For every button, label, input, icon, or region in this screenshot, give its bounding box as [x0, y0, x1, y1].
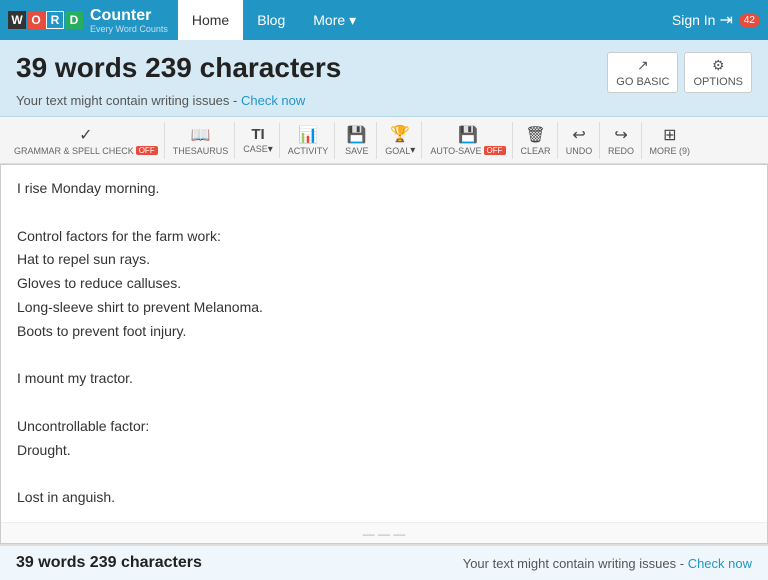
logo-tile-r: R: [46, 11, 64, 29]
signin-badge: 42: [739, 14, 760, 27]
logo-tile-w: W: [8, 11, 26, 29]
header-subtext: Your text might contain writing issues -…: [16, 93, 752, 108]
gear-icon: ⚙: [712, 57, 725, 74]
go-basic-label: GO BASIC: [616, 76, 669, 88]
editor-line-8: Uncontrollable factor:: [17, 415, 751, 439]
case-dropdown-icon: ▾: [268, 144, 273, 155]
nav-home[interactable]: Home: [178, 0, 243, 40]
editor-line-2: Control factors for the farm work:: [17, 225, 751, 249]
autosave-button[interactable]: 💾 AUTO-SAVE OFF: [424, 122, 512, 159]
nav-items: Home Blog More ▾: [178, 0, 370, 40]
undo-button[interactable]: ↩ UNDO: [560, 122, 600, 159]
nav-blog[interactable]: Blog: [243, 0, 299, 40]
editor-line-5: Long-sleeve shirt to prevent Melanoma.: [17, 296, 751, 320]
go-basic-button[interactable]: ↗ GO BASIC: [607, 52, 678, 93]
editor-content[interactable]: I rise Monday morning. Control factors f…: [1, 165, 767, 522]
logo-tiles: W O R D: [8, 11, 84, 29]
editor-line-3: Hat to repel sun rays.: [17, 248, 751, 272]
logo-brand: Counter Every Word Counts: [90, 7, 168, 34]
logo-tile-d: D: [65, 11, 83, 29]
goal-button[interactable]: 🏆 GOAL ▾: [379, 121, 422, 159]
footer-check-link[interactable]: Check now: [688, 556, 752, 571]
nav-more[interactable]: More ▾: [299, 0, 370, 40]
options-label: OPTIONS: [693, 76, 743, 88]
signin-button[interactable]: Sign In ⇥ 42: [672, 10, 760, 30]
trash-icon: 🗑: [525, 125, 545, 145]
logo-subtext: Every Word Counts: [90, 25, 168, 34]
grid-icon: ⊞: [663, 125, 676, 145]
footer-word-count: 39 words 239 characters: [16, 554, 202, 572]
editor-line-blank-1: [17, 201, 751, 225]
scroll-hint: — — —: [1, 522, 767, 543]
external-link-icon: ↗: [637, 57, 649, 74]
redo-button[interactable]: ↪ REDO: [602, 122, 642, 159]
logo-counter-text: Counter: [90, 7, 168, 25]
save-button[interactable]: 💾 SAVE: [337, 122, 377, 159]
editor-line-blank-4: [17, 463, 751, 487]
editor-wrapper: I rise Monday morning. Control factors f…: [0, 164, 768, 544]
autosave-badge: OFF: [484, 146, 506, 155]
footer-bar: 39 words 239 characters Your text might …: [0, 544, 768, 580]
thesaurus-button[interactable]: 📖 THESAURUS: [167, 122, 236, 159]
header-bar: 39 words 239 characters ↗ GO BASIC ⚙ OPT…: [0, 40, 768, 117]
case-icon: TI: [251, 126, 264, 143]
logo: W O R D Counter Every Word Counts: [8, 7, 168, 34]
chart-icon: 📊: [298, 125, 318, 145]
footer-right: Your text might contain writing issues -…: [463, 556, 752, 571]
options-button[interactable]: ⚙ OPTIONS: [684, 52, 752, 93]
navbar: W O R D Counter Every Word Counts Home B…: [0, 0, 768, 40]
logo-tile-o: O: [27, 11, 45, 29]
header-check-link[interactable]: Check now: [241, 93, 305, 108]
scroll-indicator: — — —: [363, 527, 406, 541]
book-icon: 📖: [191, 125, 211, 145]
activity-button[interactable]: 📊 ACTIVITY: [282, 122, 336, 159]
editor-line-1: I rise Monday morning.: [17, 177, 751, 201]
redo-icon: ↪: [614, 125, 627, 145]
toolbar: ✓ GRAMMAR & SPELL CHECK OFF 📖 THESAURUS …: [0, 117, 768, 164]
signin-icon: ⇥: [719, 10, 732, 30]
grammar-badge: OFF: [136, 146, 158, 155]
word-count-heading: 39 words 239 characters: [16, 52, 341, 84]
trophy-icon: 🏆: [390, 124, 410, 144]
checkmark-icon: ✓: [79, 125, 92, 145]
action-buttons: ↗ GO BASIC ⚙ OPTIONS: [607, 52, 752, 93]
more-button[interactable]: ⊞ MORE (9): [644, 122, 697, 159]
save-icon: 💾: [347, 125, 367, 145]
editor-line-blank-3: [17, 391, 751, 415]
editor-line-9: Drought.: [17, 439, 751, 463]
editor-line-blank-2: [17, 344, 751, 368]
goal-dropdown-icon: ▾: [410, 145, 415, 156]
editor-line-6: Boots to prevent foot injury.: [17, 320, 751, 344]
grammar-spell-check-button[interactable]: ✓ GRAMMAR & SPELL CHECK OFF: [8, 122, 165, 159]
editor-line-4: Gloves to reduce calluses.: [17, 272, 751, 296]
undo-icon: ↩: [572, 125, 585, 145]
editor-line-7: I mount my tractor.: [17, 367, 751, 391]
autosave-icon: 💾: [458, 125, 478, 145]
case-button[interactable]: TI CASE ▾: [237, 123, 280, 158]
header-top: 39 words 239 characters ↗ GO BASIC ⚙ OPT…: [16, 52, 752, 93]
dropdown-arrow-icon: ▾: [349, 12, 356, 29]
editor-line-10: Lost in anguish.: [17, 486, 751, 510]
clear-button[interactable]: 🗑 CLEAR: [515, 122, 558, 159]
